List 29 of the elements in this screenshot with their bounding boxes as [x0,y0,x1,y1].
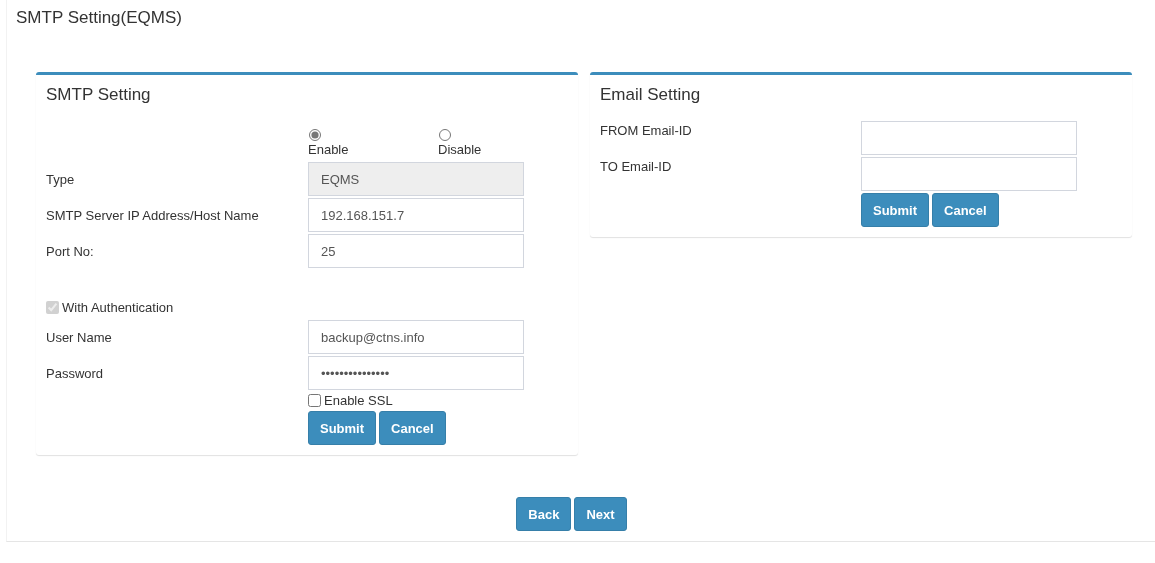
action-button[interactable]: Cancel [379,411,446,445]
input-field[interactable]: 25 [308,234,524,268]
input-field[interactable] [861,121,1077,155]
field-label: Port No: [46,243,95,261]
field-label: SMTP Server IP Address/Host Name [46,207,260,225]
action-button[interactable]: Submit [861,193,930,227]
radio-button[interactable] [439,129,451,141]
nav-button[interactable]: Next [574,497,627,531]
checkbox[interactable] [308,394,321,407]
field-label: Type [46,171,76,189]
input-field[interactable]: 192.168.151.7 [308,198,524,232]
action-button[interactable]: Submit [308,411,377,445]
field-label: TO Email-ID [600,158,673,176]
checkbox-label: Enable SSL [324,393,393,408]
radio-label: Disable [438,142,483,157]
field-label: User Name [46,329,113,347]
field-label: FROM Email-ID [600,122,693,140]
input-field[interactable]: ••••••••••••••• [308,356,524,390]
page-title: SMTP Setting(EQMS) [16,8,183,28]
action-button[interactable]: Cancel [932,193,999,227]
checkbox-label: With Authentication [62,300,174,315]
radio-label: Enable [308,142,350,157]
nav-button[interactable]: Back [516,497,572,531]
input-field[interactable]: backup@ctns.info [308,320,524,354]
radio-button[interactable] [309,129,321,141]
card-title: SMTP Setting [46,85,152,105]
input-field[interactable] [861,157,1077,191]
card-title: Email Setting [600,85,702,105]
field-label: Password [46,365,105,383]
